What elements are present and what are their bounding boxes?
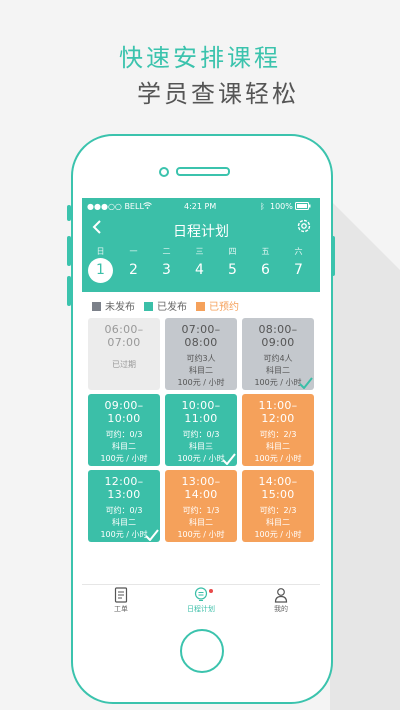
legend-published: 已发布 bbox=[144, 298, 187, 313]
front-camera bbox=[159, 167, 169, 177]
status-time: 4:21 PM bbox=[184, 202, 217, 211]
battery-percent: 100% bbox=[270, 202, 293, 211]
bluetooth-icon: ᛒ bbox=[260, 202, 265, 211]
tab-bar: 工单 日程计划 我的 bbox=[82, 584, 320, 618]
legend-booked: 已预约 bbox=[196, 298, 239, 313]
headline-secondary: 学员查课轻松 bbox=[137, 80, 299, 108]
time-slot-card[interactable]: 13:00–14:00 可约：1/3 科目二 100元 / 小时 bbox=[165, 470, 237, 542]
tab-mine[interactable]: 我的 bbox=[251, 587, 311, 614]
mute-switch bbox=[67, 205, 71, 221]
tab-work-order[interactable]: 工单 bbox=[91, 587, 151, 614]
carrier-signal: ●●●○○ BELL bbox=[87, 202, 144, 211]
selected-date: 1 bbox=[88, 258, 113, 283]
page-title: 日程计划 bbox=[173, 224, 229, 240]
time-slot-card[interactable]: 08:00–09:00 可约4人 科目二 100元 / 小时 bbox=[242, 318, 314, 390]
earpiece-speaker bbox=[176, 167, 230, 176]
home-button[interactable] bbox=[180, 629, 224, 673]
time-slot-card[interactable]: 14:00–15:00 可约：2/3 科目二 100元 / 小时 bbox=[242, 470, 314, 542]
gear-icon[interactable] bbox=[296, 218, 312, 234]
check-icon bbox=[222, 453, 236, 465]
calendar-bulb-icon bbox=[194, 587, 208, 602]
time-slot-card[interactable]: 12:00–13:00 可约：0/3 科目二 100元 / 小时 bbox=[88, 470, 160, 542]
notification-badge bbox=[209, 589, 213, 593]
status-bar: ●●●○○ BELL 4:21 PM ᛒ 100% bbox=[82, 198, 320, 214]
nav-bar: 日程计划 bbox=[82, 214, 320, 244]
check-icon bbox=[145, 529, 159, 541]
power-button bbox=[331, 236, 335, 276]
legend-unpublished: 未发布 bbox=[92, 298, 135, 313]
document-icon bbox=[114, 587, 128, 603]
time-slot-card[interactable]: 10:00–11:00 可约：0/3 科目三 100元 / 小时 bbox=[165, 394, 237, 466]
battery-icon bbox=[295, 202, 311, 212]
tab-schedule[interactable]: 日程计划 bbox=[171, 587, 231, 614]
time-slot-card[interactable]: 11:00–12:00 可约：2/3 科目二 100元 / 小时 bbox=[242, 394, 314, 466]
time-slot-card[interactable]: 07:00–08:00 可约3人 科目二 100元 / 小时 bbox=[165, 318, 237, 390]
headline-primary: 快速安排课程 bbox=[119, 44, 281, 72]
schedule-grid: 06:00–07:00 已过期 07:00–08:00 可约3人 科目二 100元 … bbox=[82, 316, 320, 578]
volume-up-button bbox=[67, 236, 71, 266]
time-slot-card[interactable]: 06:00–07:00 已过期 bbox=[88, 318, 160, 390]
app-screen: ●●●○○ BELL 4:21 PM ᛒ 100% 日程计划 日1 一2 二3 … bbox=[82, 198, 320, 618]
week-day-selector: 日1 一2 二3 三4 四5 五6 六7 bbox=[82, 244, 320, 292]
person-icon bbox=[274, 588, 288, 603]
check-icon bbox=[299, 377, 313, 389]
volume-down-button bbox=[67, 276, 71, 306]
status-legend: 未发布 已发布 已预约 bbox=[82, 292, 320, 316]
time-slot-card[interactable]: 09:00–10:00 可约：0/3 科目二 100元 / 小时 bbox=[88, 394, 160, 466]
wifi-icon bbox=[143, 202, 152, 211]
